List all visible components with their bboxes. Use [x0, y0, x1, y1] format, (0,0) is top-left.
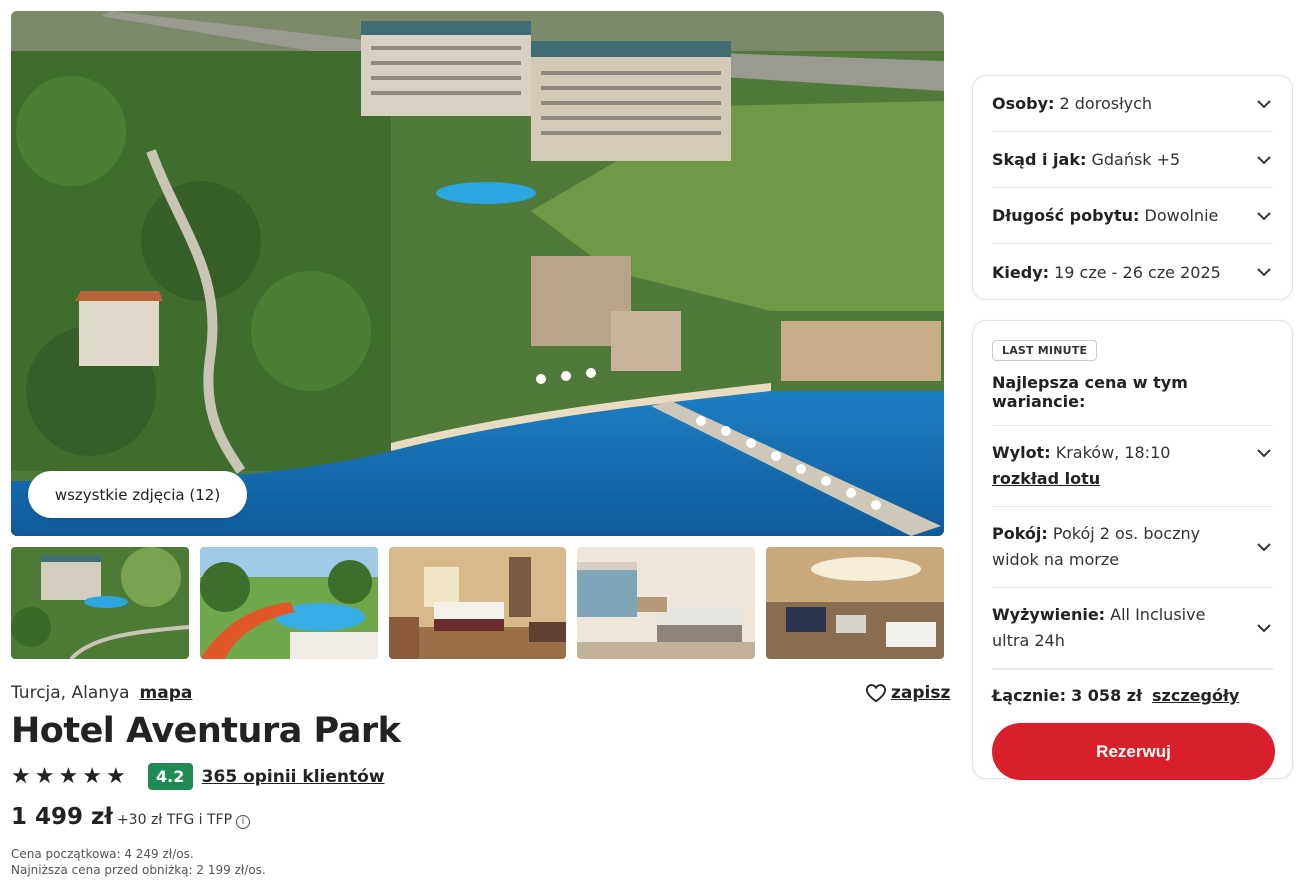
water-slide-thumb — [199, 547, 378, 659]
rating-row: ★ ★ ★ ★ ★ 4.2 365 opinii klientów — [11, 763, 385, 790]
chevron-down-icon — [1257, 211, 1271, 220]
thumbnail-room[interactable] — [388, 547, 567, 659]
persons-value: 2 dorosłych — [1059, 94, 1153, 113]
best-price-heading: Najlepsza cena w tym wariancie: — [992, 373, 1273, 426]
total-label: Łącznie: — [992, 686, 1066, 705]
star-icon: ★ — [105, 763, 126, 789]
star-icon: ★ — [58, 763, 79, 789]
total-price-row: Łącznie: 3 058 zł szczegóły — [992, 669, 1273, 723]
star-icon: ★ — [11, 763, 31, 789]
sea-view-room-thumb — [577, 547, 756, 659]
save-button[interactable]: zapisz — [865, 683, 950, 703]
rating-score-badge: 4.2 — [147, 763, 193, 790]
map-link[interactable]: mapa — [140, 683, 193, 703]
thumbnail-water-slide[interactable] — [199, 547, 378, 659]
dates-selector[interactable]: Kiedy: 19 cze - 26 cze 2025 — [992, 244, 1273, 300]
chevron-down-icon — [1257, 99, 1271, 108]
lobby-thumb — [766, 547, 944, 659]
all-photos-button[interactable]: wszystkie zdjęcia (12) — [28, 471, 247, 518]
room-label: Pokój: — [992, 524, 1048, 543]
departure-value: Kraków, 18:10 — [1055, 443, 1171, 462]
chevron-down-icon — [1257, 268, 1271, 277]
location-text: Turcja, Alanya — [11, 683, 130, 703]
chevron-down-icon — [1257, 449, 1271, 458]
price-row: 1 499 zł +30 zł TFG i TFP i — [11, 804, 251, 830]
persons-label: Osoby: — [992, 94, 1055, 113]
main-photo[interactable] — [11, 11, 944, 536]
star-icon: ★ — [82, 763, 102, 789]
thumbnail-strip — [11, 547, 944, 659]
board-selector[interactable]: Wyżywienie: All Inclusive ultra 24h — [992, 588, 1273, 669]
hotel-name: Hotel Aventura Park — [11, 711, 401, 751]
duration-value: Dowolnie — [1144, 206, 1219, 225]
chevron-down-icon — [1257, 155, 1271, 164]
heart-icon — [865, 684, 887, 703]
price-value: 1 499 zł — [11, 804, 113, 830]
flight-schedule-link[interactable]: rozkład lotu — [992, 466, 1170, 492]
info-icon[interactable]: i — [236, 814, 251, 829]
chevron-down-icon — [1257, 543, 1271, 552]
location-line: Turcja, Alanya mapa — [11, 683, 192, 703]
chevron-down-icon — [1257, 624, 1271, 633]
board-label: Wyżywienie: — [992, 605, 1106, 624]
when-label: Kiedy: — [992, 262, 1050, 282]
departure-city-selector[interactable]: Skąd i jak: Gdańsk +5 — [992, 132, 1273, 188]
reviews-link[interactable]: 365 opinii klientów — [202, 767, 385, 787]
from-label: Skąd i jak: — [992, 150, 1087, 169]
duration-selector[interactable]: Długość pobytu: Dowolnie — [992, 188, 1273, 244]
persons-selector[interactable]: Osoby: 2 dorosłych — [992, 76, 1273, 132]
search-params-card: Osoby: 2 dorosłych Skąd i jak: Gdańsk +5… — [972, 75, 1293, 300]
price-fineprint: Cena początkowa: 4 249 zł/os. Najniższa … — [11, 846, 266, 878]
details-link[interactable]: szczegóły — [1152, 686, 1239, 705]
star-rating: ★ ★ ★ ★ ★ — [11, 763, 126, 789]
flight-selector[interactable]: Wylot: Kraków, 18:10 rozkład lotu — [992, 426, 1273, 507]
offer-card: LAST MINUTE Najlepsza cena w tym warianc… — [972, 320, 1293, 780]
total-value: 3 058 zł — [1071, 686, 1143, 705]
duration-label: Długość pobytu: — [992, 206, 1140, 225]
initial-price: Cena początkowa: 4 249 zł/os. — [11, 847, 194, 861]
save-label: zapisz — [891, 683, 951, 703]
departure-label: Wylot: — [992, 443, 1051, 462]
when-value: 19 cze - 26 cze 2025 — [1054, 262, 1221, 282]
book-button[interactable]: Rezerwuj — [992, 723, 1275, 780]
price-extra-fees: +30 zł TFG i TFP — [116, 812, 233, 828]
last-minute-badge: LAST MINUTE — [992, 340, 1098, 361]
thumbnail-sea-view-room[interactable] — [577, 547, 756, 659]
room-thumb — [388, 547, 567, 659]
thumbnail-lobby[interactable] — [766, 547, 944, 659]
lowest-price: Najniższa cena przed obniżką: 2 199 zł/o… — [11, 863, 266, 877]
room-selector[interactable]: Pokój: Pokój 2 os. boczny widok na morze — [992, 507, 1273, 588]
resort-aerial-image — [11, 11, 944, 536]
thumbnail-hotel-aerial[interactable] — [11, 547, 189, 659]
from-value: Gdańsk +5 — [1091, 150, 1181, 169]
star-icon: ★ — [34, 763, 55, 789]
hotel-aerial-thumb — [11, 547, 189, 659]
